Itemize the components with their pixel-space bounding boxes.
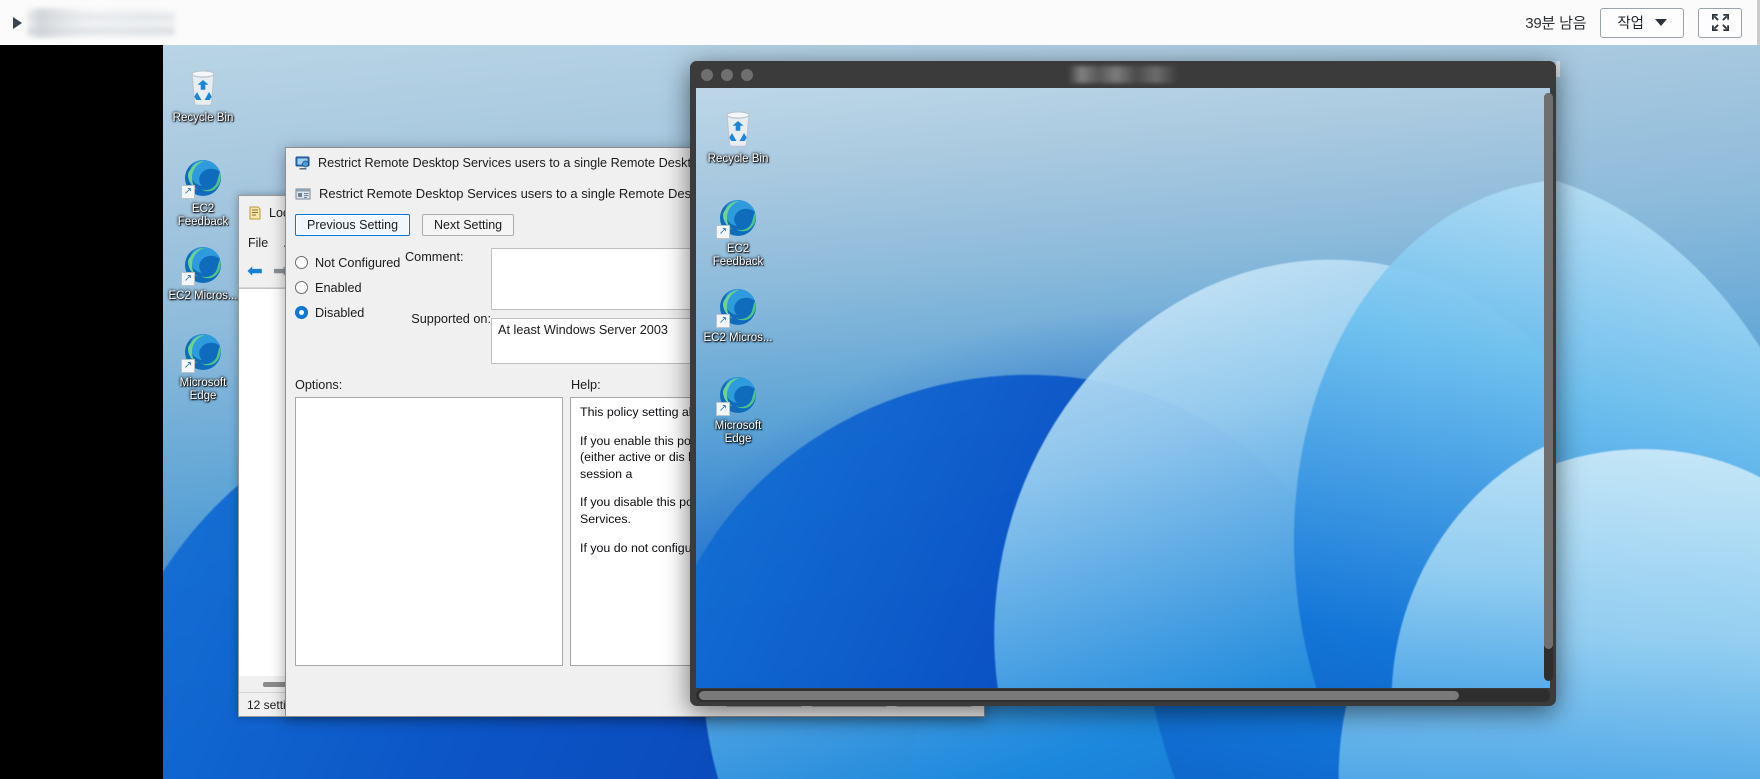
gpe-menu-file[interactable]: File (248, 236, 268, 250)
triangle-right-icon[interactable] (13, 16, 22, 29)
vm-desktop-icon-label: EC2 Micros... (703, 332, 773, 344)
desktop-icon-label: Recycle Bin (172, 112, 234, 124)
shortcut-overlay-icon: ↗ (181, 272, 195, 286)
vm-vscroll-thumb[interactable] (1544, 93, 1553, 649)
desktop-icon-ec2-feedback[interactable]: ↗ EC2 Feedback (166, 156, 240, 228)
top-bar-right-group: 39분 남음 작업 (1525, 7, 1760, 38)
task-dropdown-button[interactable]: 작업 (1600, 7, 1684, 38)
policy-setting-icon (295, 188, 311, 199)
edge-browser-icon: ↗ (716, 285, 760, 329)
vm-desktop-icon-label: EC2 Feedback (712, 243, 764, 268)
vm-horizontal-scrollbar[interactable] (696, 689, 1550, 702)
radio-enabled[interactable]: Enabled (295, 275, 405, 300)
recycle-bin-icon (716, 106, 760, 150)
radio-label: Enabled (315, 280, 362, 295)
comment-label: Comment: (405, 250, 464, 264)
edge-browser-icon: ↗ (716, 196, 760, 240)
shortcut-overlay-icon: ↗ (181, 359, 195, 373)
fullscreen-button[interactable] (1698, 7, 1742, 38)
recycle-bin-icon (181, 65, 225, 109)
vm-vertical-scrollbar[interactable] (1544, 93, 1553, 681)
vm-remote-screen[interactable]: Recycle Bin ↗ EC2 Feedback ↗ EC2 Micros.… (696, 88, 1550, 688)
host-right-edge-strip (1556, 61, 1560, 77)
vm-desktop-icon-microsoft-edge[interactable]: ↗ Microsoft Edge (701, 373, 775, 445)
policy-state-radio-group: Not Configured Enabled Disabled (295, 246, 405, 364)
time-remaining-label: 39분 남음 (1525, 15, 1587, 32)
radio-label: Disabled (315, 305, 365, 320)
radio-indicator (295, 256, 308, 269)
redacted-session-title (27, 7, 175, 38)
radio-label: Not Configured (315, 255, 401, 270)
remote-desktop-monitor-icon (295, 156, 310, 169)
arrow-left-icon[interactable]: ⬅ (247, 262, 263, 281)
vm-title-bar[interactable] (690, 61, 1556, 88)
task-button-label: 작업 (1617, 16, 1644, 32)
vm-desktop-icon-ec2-feedback[interactable]: ↗ EC2 Feedback (701, 196, 775, 268)
shortcut-overlay-icon: ↗ (181, 185, 195, 199)
edge-browser-icon: ↗ (181, 156, 225, 200)
vm-hscroll-thumb[interactable] (699, 691, 1459, 700)
chevron-down-icon (1655, 19, 1667, 26)
edge-browser-icon: ↗ (181, 330, 225, 374)
vm-viewer-window[interactable]: Recycle Bin ↗ EC2 Feedback ↗ EC2 Micros.… (690, 61, 1556, 706)
fullscreen-expand-icon (1711, 13, 1729, 32)
dialog-field-labels: Comment: Supported on: (405, 246, 491, 364)
options-label: Options: (295, 378, 343, 392)
shortcut-overlay-icon: ↗ (716, 225, 730, 239)
desktop-icon-recycle-bin[interactable]: Recycle Bin (166, 65, 240, 125)
desktop-icon-label: Microsoft Edge (179, 377, 227, 402)
shortcut-overlay-icon: ↗ (716, 314, 730, 328)
host-top-bar: 39분 남음 작업 (0, 0, 1760, 45)
vm-desktop-icon-label: Microsoft Edge (714, 420, 762, 445)
vm-desktop-icon-recycle-bin[interactable]: Recycle Bin (701, 106, 775, 166)
options-panel[interactable] (295, 397, 563, 666)
radio-indicator-selected (295, 306, 308, 319)
host-content-area: Recycle Bin ↗ EC2 Feedback ↗ EC2 Micros.… (0, 45, 1760, 779)
radio-disabled[interactable]: Disabled (295, 300, 405, 325)
edge-browser-icon: ↗ (181, 243, 225, 287)
desktop-icon-label: EC2 Feedback (177, 203, 229, 228)
policy-document-icon (249, 206, 261, 220)
vm-redacted-title (690, 66, 1556, 83)
vm-title-blur (1068, 66, 1178, 83)
radio-not-configured[interactable]: Not Configured (295, 250, 405, 275)
shortcut-overlay-icon: ↗ (716, 402, 730, 416)
vm-desktop-icon-label: Recycle Bin (707, 153, 769, 165)
next-setting-button[interactable]: Next Setting (422, 214, 515, 236)
top-bar-left-group (0, 7, 175, 38)
help-label: Help: (571, 378, 601, 392)
desktop-icon-label: EC2 Micros... (168, 290, 238, 302)
edge-browser-icon: ↗ (716, 373, 760, 417)
supported-on-label: Supported on: (411, 312, 491, 326)
previous-setting-button[interactable]: Previous Setting (295, 214, 411, 236)
vm-desktop-icon-ec2-microsoft[interactable]: ↗ EC2 Micros... (701, 285, 775, 345)
radio-indicator (295, 281, 308, 294)
desktop-icon-ec2-microsoft[interactable]: ↗ EC2 Micros... (166, 243, 240, 303)
desktop-icon-microsoft-edge[interactable]: ↗ Microsoft Edge (166, 330, 240, 402)
